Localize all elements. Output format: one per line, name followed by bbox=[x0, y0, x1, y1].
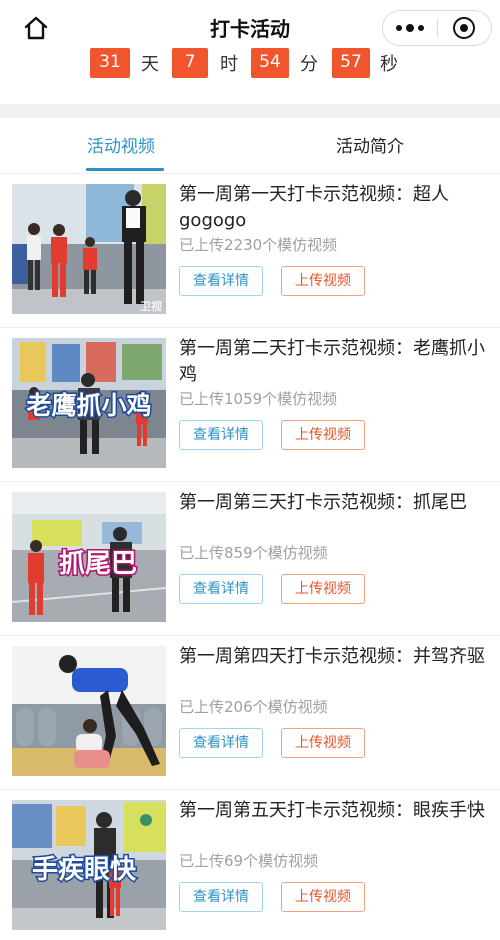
video-list-item[interactable]: 手疾眼快 第一周第五天打卡示范视频：眼疾手快 已上传69个模仿视频 查看详情 上… bbox=[0, 790, 500, 940]
video-thumbnail[interactable]: 抓尾巴 bbox=[12, 492, 166, 622]
video-thumbnail[interactable]: 手疾眼快 bbox=[12, 800, 166, 930]
upload-video-button[interactable]: 上传视频 bbox=[281, 882, 365, 912]
tab-active-indicator bbox=[86, 168, 164, 171]
thumbnail-caption: 手疾眼快 bbox=[32, 854, 137, 885]
upload-video-button[interactable]: 上传视频 bbox=[281, 266, 365, 296]
video-list-item[interactable]: 卫视 第一周第一天打卡示范视频：超人gogogo 已上传2230个模仿视频 查看… bbox=[0, 174, 500, 328]
video-list-item[interactable]: 抓尾巴 第一周第三天打卡示范视频：抓尾巴 已上传859个模仿视频 查看详情 上传… bbox=[0, 482, 500, 636]
upload-video-button[interactable]: 上传视频 bbox=[281, 728, 365, 758]
close-target-icon[interactable] bbox=[437, 11, 491, 45]
countdown-days: 31 bbox=[90, 48, 130, 78]
upload-count: 已上传206个模仿视频 bbox=[179, 698, 328, 716]
more-dots-icon[interactable] bbox=[383, 11, 437, 45]
upload-count: 已上传1059个模仿视频 bbox=[179, 390, 338, 408]
countdown-seconds-unit: 秒 bbox=[380, 54, 398, 75]
thumbnail-watermark: 卫视 bbox=[140, 299, 162, 313]
upload-count: 已上传69个模仿视频 bbox=[179, 852, 319, 870]
upload-count: 已上传2230个模仿视频 bbox=[179, 236, 338, 254]
video-thumbnail[interactable] bbox=[12, 646, 166, 776]
upload-video-button[interactable]: 上传视频 bbox=[281, 420, 365, 450]
video-list-item[interactable]: 老鹰抓小鸡 第一周第二天打卡示范视频：老鹰抓小鸡 已上传1059个模仿视频 查看… bbox=[0, 328, 500, 482]
tab-bar: 活动视频 活动简介 bbox=[0, 118, 500, 174]
tab-activity-videos[interactable]: 活动视频 bbox=[87, 132, 155, 157]
countdown-days-unit: 天 bbox=[141, 54, 159, 75]
countdown-minutes: 54 bbox=[251, 48, 289, 78]
video-title[interactable]: 第一周第三天打卡示范视频：抓尾巴 bbox=[179, 490, 489, 516]
tab-activity-intro[interactable]: 活动简介 bbox=[336, 132, 404, 157]
mini-program-capsule bbox=[382, 10, 492, 46]
video-thumbnail[interactable]: 卫视 bbox=[12, 184, 166, 314]
upload-count: 已上传859个模仿视频 bbox=[179, 544, 328, 562]
video-title[interactable]: 第一周第四天打卡示范视频：并驾齐驱 bbox=[179, 644, 489, 670]
countdown-timer: 31 天 7 时 54 分 57 秒 bbox=[0, 48, 500, 80]
thumbnail-caption: 抓尾巴 bbox=[59, 549, 137, 579]
view-details-button[interactable]: 查看详情 bbox=[179, 574, 263, 604]
thumbnail-caption: 老鹰抓小鸡 bbox=[26, 391, 151, 420]
view-details-button[interactable]: 查看详情 bbox=[179, 882, 263, 912]
view-details-button[interactable]: 查看详情 bbox=[179, 266, 263, 296]
video-thumbnail[interactable]: 老鹰抓小鸡 bbox=[12, 338, 166, 468]
countdown-seconds: 57 bbox=[332, 48, 370, 78]
view-details-button[interactable]: 查看详情 bbox=[179, 420, 263, 450]
section-divider bbox=[0, 104, 500, 118]
video-list-item[interactable]: 第一周第四天打卡示范视频：并驾齐驱 已上传206个模仿视频 查看详情 上传视频 bbox=[0, 636, 500, 790]
countdown-hours-unit: 时 bbox=[220, 54, 238, 75]
upload-video-button[interactable]: 上传视频 bbox=[281, 574, 365, 604]
countdown-hours: 7 bbox=[172, 48, 208, 78]
view-details-button[interactable]: 查看详情 bbox=[179, 728, 263, 758]
countdown-minutes-unit: 分 bbox=[300, 54, 318, 75]
video-title[interactable]: 第一周第一天打卡示范视频：超人gogogo bbox=[179, 182, 489, 234]
video-title[interactable]: 第一周第二天打卡示范视频：老鹰抓小鸡 bbox=[179, 336, 489, 388]
video-title[interactable]: 第一周第五天打卡示范视频：眼疾手快 bbox=[179, 798, 489, 824]
